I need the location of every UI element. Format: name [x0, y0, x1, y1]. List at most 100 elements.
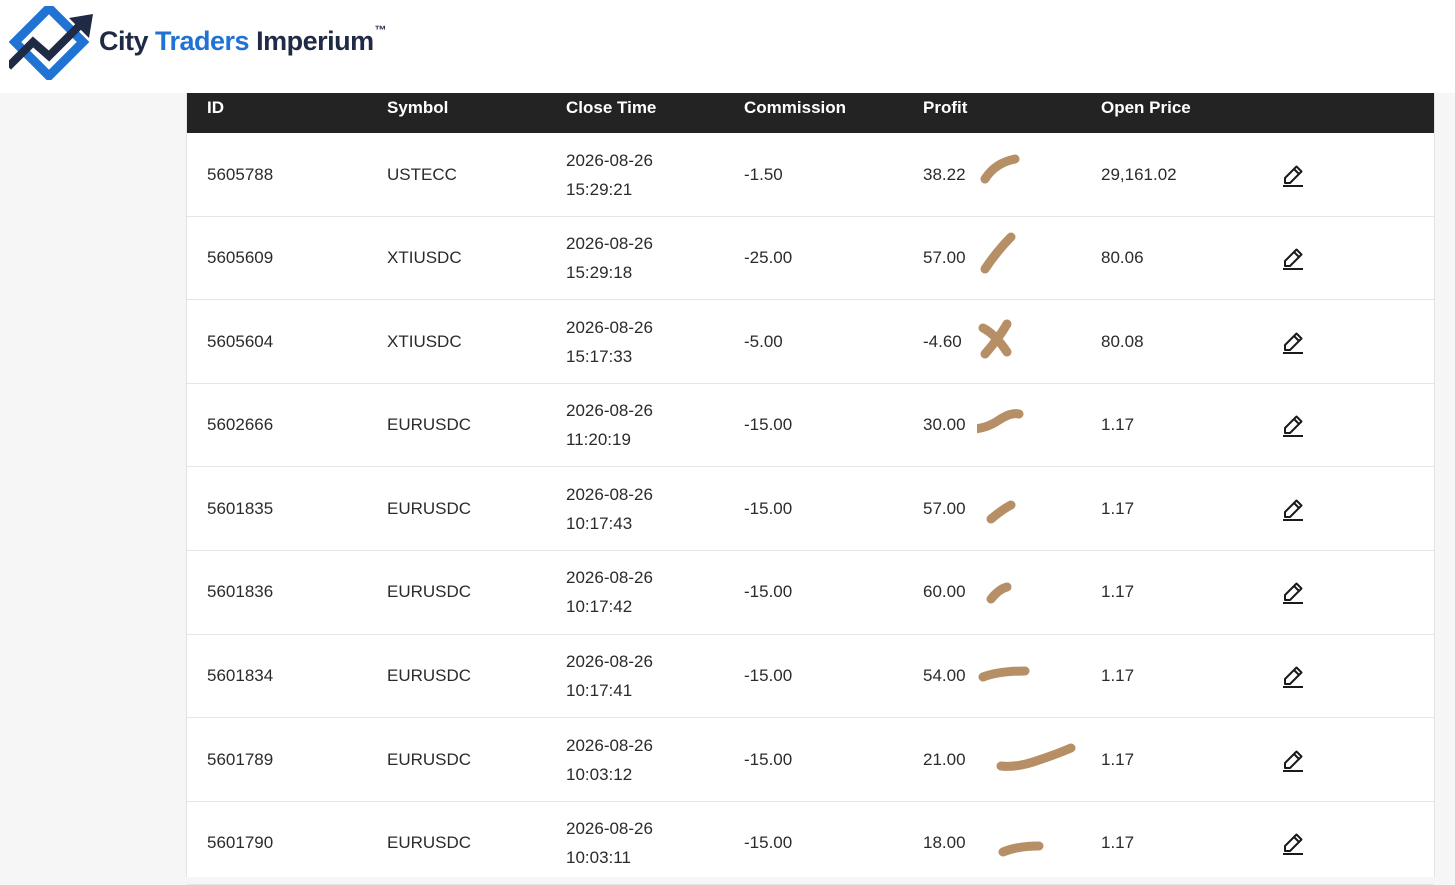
close-date: 2026-08-26: [566, 568, 653, 588]
trade-profit: 18.00: [923, 833, 966, 853]
close-date: 2026-08-26: [566, 234, 653, 254]
trade-id: 5601789: [207, 749, 274, 769]
close-date: 2026-08-26: [566, 484, 653, 504]
pencil-edit-icon[interactable]: [1281, 413, 1305, 438]
trademark-symbol: ™: [374, 22, 387, 37]
brush-stroke-mark: [980, 154, 1020, 184]
close-clock: 10:03:12: [566, 764, 633, 784]
trade-profit: 54.00: [923, 666, 966, 686]
pencil-edit-icon[interactable]: [1281, 330, 1305, 354]
trade-profit: 38.22: [923, 164, 966, 184]
close-clock: 10:17:41: [566, 681, 633, 701]
pencil-edit-icon[interactable]: [1281, 163, 1305, 187]
edit-trade-button[interactable]: [1281, 300, 1305, 383]
top-bar: City Traders Imperium ™: [0, 0, 1455, 93]
close-date: 2026-08-26: [566, 735, 653, 755]
edit-trade-button[interactable]: [1281, 718, 1305, 801]
close-date: 2026-08-26: [566, 819, 653, 839]
trade-open-price: 1.17: [1101, 749, 1135, 769]
edit-trade-button[interactable]: [1281, 635, 1305, 718]
trade-id: 5605788: [207, 164, 274, 184]
trade-symbol: EURUSDC: [387, 749, 472, 769]
table-row: 5601789 EURUSDC 2026-08-26 10:03:12 -15.…: [187, 718, 1434, 802]
chart-arrow-logo-icon: [9, 6, 93, 80]
brush-stroke-mark: [996, 743, 1076, 772]
trade-symbol: XTIUSDC: [387, 331, 462, 351]
trade-symbol: XTIUSDC: [387, 248, 462, 268]
trade-commission: -25.00: [744, 248, 793, 268]
brush-stroke-mark: [977, 408, 1024, 433]
brand-word-city: City: [99, 25, 149, 56]
pencil-edit-icon[interactable]: [1281, 748, 1305, 772]
column-header-id[interactable]: ID: [207, 96, 224, 120]
trade-open-price: 80.06: [1101, 248, 1144, 268]
brush-stroke-mark: [998, 841, 1044, 857]
brand-logo[interactable]: City Traders Imperium ™: [9, 6, 387, 80]
trade-open-price: 1.17: [1101, 582, 1135, 602]
trade-commission: -15.00: [744, 415, 793, 435]
brush-cross-mark: [978, 319, 1012, 359]
edit-trade-button[interactable]: [1281, 551, 1305, 634]
trade-commission: -5.00: [744, 331, 783, 351]
table-row: 5601835 EURUSDC 2026-08-26 10:17:43 -15.…: [187, 467, 1434, 551]
brand-word-imperium: Imperium: [256, 25, 374, 56]
edit-trade-button[interactable]: [1281, 384, 1305, 467]
close-date: 2026-08-26: [566, 150, 653, 170]
brush-stroke-mark: [986, 500, 1016, 524]
trade-close-time: 2026-08-26 10:03:12: [566, 718, 653, 801]
trade-profit: 60.00: [923, 582, 966, 602]
table-row: 5601836 EURUSDC 2026-08-26 10:17:42 -15.…: [187, 551, 1434, 635]
trade-id: 5601834: [207, 666, 274, 686]
trade-open-price: 80.08: [1101, 331, 1144, 351]
trade-commission: -1.50: [744, 164, 783, 184]
trade-commission: -15.00: [744, 833, 793, 853]
trade-commission: -15.00: [744, 666, 793, 686]
column-header-commission[interactable]: Commission: [744, 96, 846, 120]
trade-commission: -15.00: [744, 749, 793, 769]
close-clock: 10:17:42: [566, 597, 633, 617]
trade-symbol: EURUSDC: [387, 833, 472, 853]
column-header-close-time[interactable]: Close Time: [566, 96, 656, 120]
edit-trade-button[interactable]: [1281, 217, 1305, 300]
close-clock: 10:17:43: [566, 513, 633, 533]
edit-trade-button[interactable]: [1281, 802, 1305, 885]
trade-close-time: 2026-08-26 10:17:42: [566, 551, 653, 634]
close-clock: 15:29:18: [566, 263, 633, 283]
pencil-edit-icon[interactable]: [1281, 664, 1305, 689]
trades-table: ID Symbol Close Time Commission Profit O…: [186, 93, 1435, 885]
trade-commission: -15.00: [744, 498, 793, 518]
trade-profit: 57.00: [923, 498, 966, 518]
trade-symbol: EURUSDC: [387, 415, 472, 435]
trade-symbol: USTECC: [387, 164, 457, 184]
trade-open-price: 1.17: [1101, 415, 1135, 435]
trade-close-time: 2026-08-26 15:29:18: [566, 217, 653, 300]
trade-close-time: 2026-08-26 10:17:41: [566, 635, 653, 718]
brush-stroke-mark: [980, 232, 1016, 274]
pencil-edit-icon[interactable]: [1281, 831, 1305, 856]
edit-trade-button[interactable]: [1281, 133, 1305, 216]
column-header-symbol[interactable]: Symbol: [387, 96, 448, 120]
edit-trade-button[interactable]: [1281, 467, 1305, 550]
column-header-profit[interactable]: Profit: [923, 96, 967, 120]
close-clock: 11:20:19: [566, 430, 631, 450]
pencil-edit-icon[interactable]: [1281, 246, 1305, 271]
trade-open-price: 1.17: [1101, 833, 1135, 853]
close-date: 2026-08-26: [566, 401, 653, 421]
pencil-edit-icon[interactable]: [1281, 497, 1305, 521]
trade-open-price: 1.17: [1101, 666, 1135, 686]
close-date: 2026-08-26: [566, 652, 653, 672]
trade-symbol: EURUSDC: [387, 582, 472, 602]
trade-open-price: 29,161.02: [1101, 164, 1177, 184]
trade-symbol: EURUSDC: [387, 498, 472, 518]
trade-id: 5602666: [207, 415, 274, 435]
trade-id: 5605604: [207, 331, 274, 351]
trade-close-time: 2026-08-26 10:03:11: [566, 802, 653, 885]
trade-close-time: 2026-08-26 10:17:43: [566, 467, 653, 550]
pencil-edit-icon[interactable]: [1281, 580, 1305, 605]
trade-id: 5605609: [207, 248, 274, 268]
trade-close-time: 2026-08-26 11:20:19: [566, 384, 653, 467]
column-header-open-price[interactable]: Open Price: [1101, 96, 1191, 120]
close-clock: 15:17:33: [566, 346, 633, 366]
trade-symbol: EURUSDC: [387, 666, 472, 686]
trade-commission: -15.00: [744, 582, 793, 602]
